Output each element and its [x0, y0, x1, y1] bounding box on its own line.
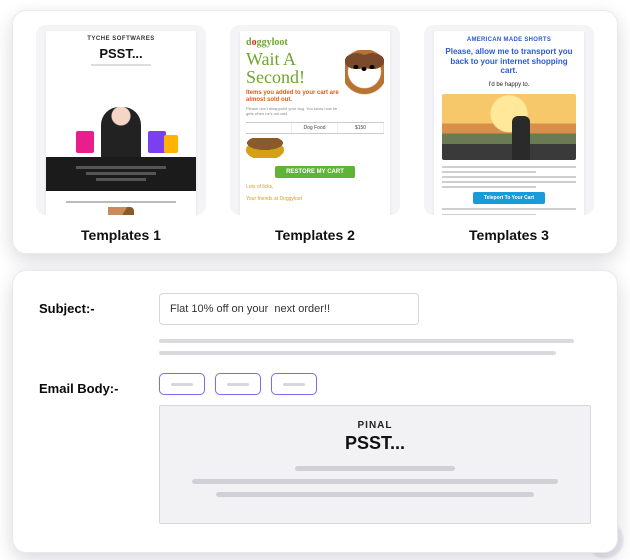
t1-headline: PSST...	[46, 46, 196, 61]
canvas-headline: PSST...	[176, 433, 574, 454]
t2-sig1: Lots of licks,	[246, 184, 384, 190]
template-3-thumb: AMERICAN MADE SHORTS Please, allow me to…	[424, 25, 594, 215]
t2-logo: doggyloot	[246, 37, 384, 48]
subject-row: Subject:-	[39, 293, 591, 367]
bowl-image	[246, 138, 284, 158]
t3-cta: Teleport To Your Cart	[473, 192, 545, 204]
editor-card: Subject:- Email Body:- PINAL PSST...	[12, 270, 618, 553]
editor-toolbar	[159, 373, 591, 395]
template-2-thumb: doggyloot Wait A Second! Items you added…	[230, 25, 400, 215]
t3-sub: I'd be happy to.	[442, 82, 576, 88]
t1-brand: TYCHE SOFTWARES	[46, 36, 196, 42]
t3-headline: Please, allow me to transport you back t…	[442, 47, 576, 76]
toolbar-button-3[interactable]	[271, 373, 317, 395]
dog-image	[345, 50, 384, 112]
t3-hero-image	[442, 94, 576, 160]
toolbar-button-2[interactable]	[215, 373, 261, 395]
template-2-caption: Templates 2	[275, 227, 355, 243]
t2-wait: Wait A Second!	[246, 50, 302, 86]
canvas-brand: PINAL	[176, 420, 574, 431]
subject-ghost-lines	[159, 339, 591, 355]
t2-red: Items you added to your cart are almost …	[246, 90, 341, 104]
body-row: Email Body:- PINAL PSST...	[39, 373, 591, 524]
t2-restore-button: RESTORE MY CART	[275, 166, 355, 178]
subject-input[interactable]	[159, 293, 419, 325]
template-1-caption: Templates 1	[81, 227, 161, 243]
t2-tiny: Please don't disappoint your dog. You kn…	[246, 106, 341, 116]
templates-card: TYCHE SOFTWARES PSST...	[12, 10, 618, 254]
template-2[interactable]: doggyloot Wait A Second! Items you added…	[227, 25, 403, 243]
toolbar-button-1[interactable]	[159, 373, 205, 395]
t3-brand: AMERICAN MADE SHORTS	[442, 37, 576, 43]
t2-table: Dog Food $150	[246, 122, 384, 134]
templates-row: TYCHE SOFTWARES PSST...	[33, 25, 597, 243]
template-3-caption: Templates 3	[469, 227, 549, 243]
template-1[interactable]: TYCHE SOFTWARES PSST...	[33, 25, 209, 243]
template-3[interactable]: AMERICAN MADE SHORTS Please, allow me to…	[421, 25, 597, 243]
email-body-canvas[interactable]: PINAL PSST...	[159, 405, 591, 524]
template-1-thumb: TYCHE SOFTWARES PSST...	[36, 25, 206, 215]
body-label: Email Body:-	[39, 373, 159, 396]
t2-sig2: Your friends at Doggyloot	[246, 196, 384, 202]
subject-label: Subject:-	[39, 293, 159, 316]
